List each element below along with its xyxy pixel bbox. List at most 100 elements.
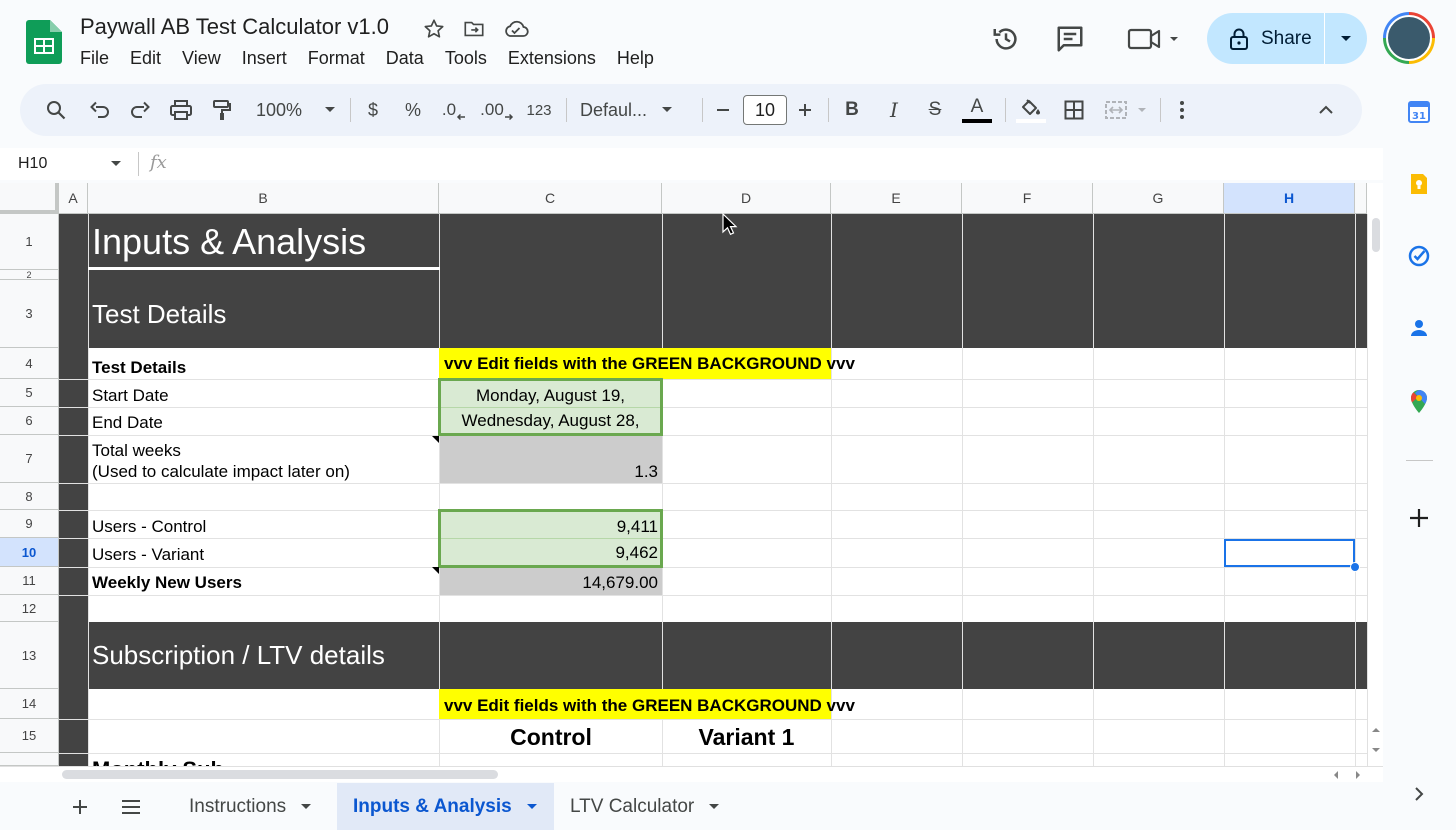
column-header-d[interactable]: D: [662, 183, 831, 214]
horizontal-scrollbar[interactable]: [0, 766, 1383, 782]
cell-b4[interactable]: Test Details: [92, 358, 186, 378]
undo-icon[interactable]: [84, 84, 116, 136]
row-header-2[interactable]: 2: [0, 270, 59, 280]
column-header-f[interactable]: F: [962, 183, 1093, 214]
cell-b7-line2[interactable]: (Used to calculate impact later on): [92, 462, 350, 482]
row-header-3[interactable]: 3: [0, 280, 59, 348]
menu-insert[interactable]: Insert: [242, 48, 297, 69]
row-header-1[interactable]: 1: [0, 214, 59, 270]
increase-decimal-button[interactable]: .00: [480, 84, 514, 136]
scroll-up-icon[interactable]: [1371, 726, 1381, 734]
decrease-decimal-button[interactable]: .0: [438, 84, 470, 136]
select-all-corner[interactable]: [0, 183, 59, 214]
merge-cells-icon[interactable]: [1102, 84, 1152, 136]
column-header-h[interactable]: H: [1224, 183, 1355, 214]
share-button[interactable]: Share: [1207, 13, 1367, 64]
cell-d15[interactable]: Variant 1: [662, 724, 831, 751]
column-header-g[interactable]: G: [1093, 183, 1224, 214]
cell-b7-line1[interactable]: Total weeks: [92, 441, 181, 461]
all-sheets-menu-icon[interactable]: [114, 783, 148, 830]
document-title[interactable]: Paywall AB Test Calculator v1.0: [80, 14, 389, 40]
bold-button[interactable]: B: [838, 84, 866, 136]
cell-c6[interactable]: Wednesday, August 28,: [441, 411, 660, 431]
version-history-icon[interactable]: [989, 22, 1023, 56]
column-header-a[interactable]: A: [59, 183, 88, 214]
row-header-7[interactable]: 7: [0, 435, 59, 483]
star-icon[interactable]: [421, 16, 447, 42]
cell-b9[interactable]: Users - Control: [92, 517, 206, 537]
more-formats-button[interactable]: 123: [523, 84, 555, 136]
menu-tools[interactable]: Tools: [445, 48, 497, 69]
cloud-saved-icon[interactable]: [503, 16, 529, 42]
menu-edit[interactable]: Edit: [130, 48, 171, 69]
cell-b6[interactable]: End Date: [92, 413, 163, 433]
row-header-6[interactable]: 6: [0, 407, 59, 435]
cell-b5[interactable]: Start Date: [92, 386, 169, 406]
horizontal-scroll-thumb[interactable]: [62, 770, 498, 779]
scroll-left-icon[interactable]: [1332, 770, 1340, 780]
row-header-12[interactable]: 12: [0, 595, 59, 622]
redo-icon[interactable]: [124, 84, 156, 136]
edit-banner[interactable]: vvv Edit fields with the GREEN BACKGROUN…: [444, 354, 855, 374]
tasks-icon[interactable]: [1405, 242, 1433, 270]
tab-inputs-analysis[interactable]: Inputs & Analysis: [337, 783, 554, 830]
column-header-e[interactable]: E: [831, 183, 962, 214]
italic-button[interactable]: I: [880, 84, 908, 136]
column-header-b[interactable]: B: [88, 183, 439, 214]
add-sheet-icon[interactable]: [64, 783, 96, 830]
row-header-15[interactable]: 15: [0, 719, 59, 753]
cell-c7[interactable]: 1.3: [440, 462, 658, 482]
scroll-down-icon[interactable]: [1371, 746, 1381, 754]
row-header-13[interactable]: 13: [0, 622, 59, 689]
chevron-down-icon[interactable]: [526, 803, 538, 811]
menu-help[interactable]: Help: [617, 48, 664, 69]
menu-extensions[interactable]: Extensions: [508, 48, 606, 69]
strikethrough-button[interactable]: S: [921, 84, 949, 136]
row-header-4[interactable]: 4: [0, 348, 59, 379]
more-options-icon[interactable]: [1170, 84, 1194, 136]
comments-icon[interactable]: [1053, 22, 1087, 56]
menu-file[interactable]: File: [80, 48, 119, 69]
font-size-input[interactable]: 10: [743, 95, 787, 125]
chevron-down-icon[interactable]: [708, 803, 720, 811]
text-color-button[interactable]: A: [960, 84, 994, 136]
row-header-5[interactable]: 5: [0, 379, 59, 407]
fill-color-icon[interactable]: [1014, 84, 1048, 136]
increase-font-size-icon[interactable]: [794, 84, 816, 136]
calendar-icon[interactable]: 31: [1405, 98, 1433, 126]
expand-panel-chevron-icon[interactable]: [1405, 780, 1433, 808]
maps-icon[interactable]: [1405, 388, 1433, 416]
row-header-11[interactable]: 11: [0, 567, 59, 595]
format-percent-button[interactable]: %: [400, 84, 426, 136]
zoom-select[interactable]: 100%: [248, 84, 344, 136]
cell-c9[interactable]: 9,411: [441, 517, 658, 537]
search-menus-icon[interactable]: [40, 84, 72, 136]
column-header-c[interactable]: C: [439, 183, 662, 214]
cell-c5[interactable]: Monday, August 19,: [441, 386, 660, 406]
cell-c10[interactable]: 9,462: [441, 543, 658, 563]
contacts-icon[interactable]: [1405, 314, 1433, 342]
formula-input[interactable]: [138, 148, 1383, 180]
vertical-scroll-thumb[interactable]: [1372, 218, 1380, 252]
share-main-button[interactable]: Share: [1207, 13, 1325, 64]
row-header-9[interactable]: 9: [0, 510, 59, 538]
borders-icon[interactable]: [1058, 84, 1090, 136]
menu-view[interactable]: View: [182, 48, 231, 69]
tab-instructions[interactable]: Instructions: [172, 783, 332, 830]
fill-handle[interactable]: [1350, 562, 1360, 572]
scroll-right-icon[interactable]: [1354, 770, 1362, 780]
meet-icon[interactable]: [1124, 22, 1180, 56]
move-folder-icon[interactable]: [461, 16, 487, 42]
cell-b11[interactable]: Weekly New Users: [92, 573, 242, 593]
row-header-16[interactable]: [0, 753, 59, 766]
row-header-14[interactable]: 14: [0, 689, 59, 719]
edit-banner-2[interactable]: vvv Edit fields with the GREEN BACKGROUN…: [444, 696, 855, 716]
menu-data[interactable]: Data: [386, 48, 434, 69]
row-header-10[interactable]: 10: [0, 538, 59, 567]
share-dropdown-icon[interactable]: [1325, 13, 1367, 64]
cell-c15[interactable]: Control: [440, 724, 662, 751]
cell-c11[interactable]: 14,679.00: [440, 573, 658, 593]
hide-menus-chevron-up-icon[interactable]: [1312, 84, 1340, 136]
print-icon[interactable]: [165, 84, 197, 136]
format-currency-button[interactable]: $: [360, 84, 386, 136]
